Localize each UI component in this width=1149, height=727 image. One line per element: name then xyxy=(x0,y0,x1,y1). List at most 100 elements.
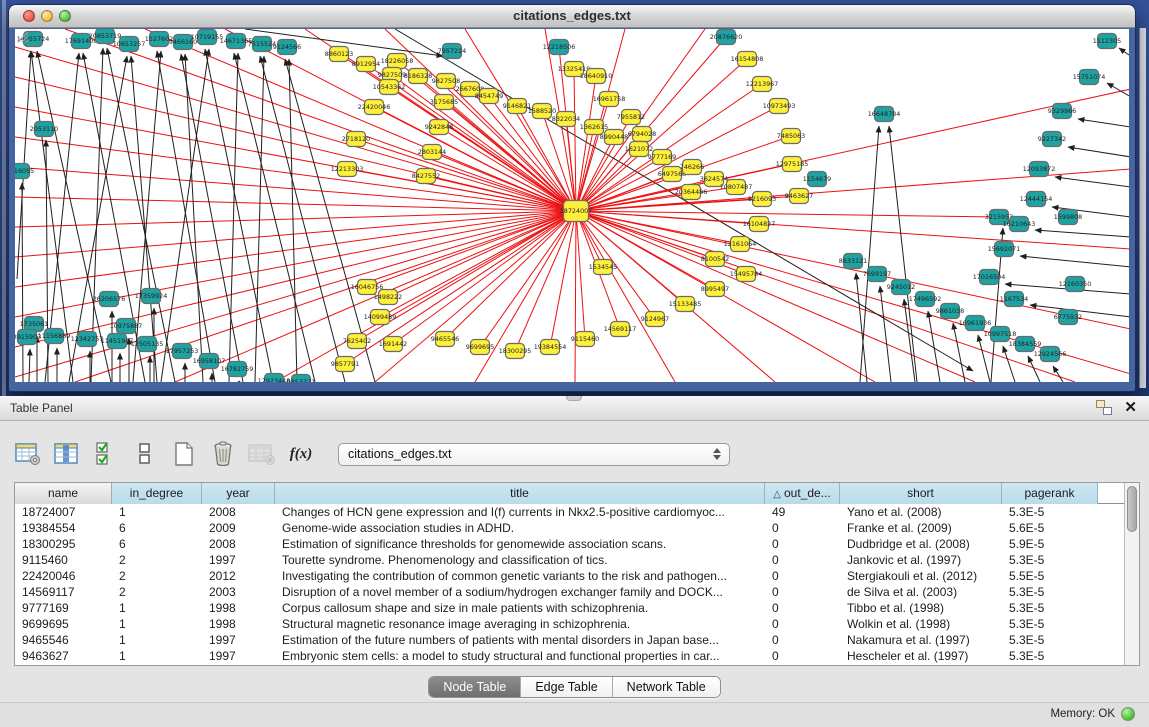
graph-node[interactable]: 18300295 xyxy=(499,344,532,359)
graph-node[interactable]: 7625402 xyxy=(343,334,371,349)
graph-node[interactable]: 9861038 xyxy=(936,304,964,319)
column-header-out_degree[interactable]: △out_de... xyxy=(765,483,840,504)
graph-node[interactable]: 6794028 xyxy=(628,127,656,142)
panel-divider-handle[interactable] xyxy=(566,396,582,401)
table-cell[interactable]: Tourette syndrome. Phenomenology and cla… xyxy=(275,552,765,568)
graph-edge[interactable] xyxy=(1078,119,1129,127)
table-cell[interactable]: 9463627 xyxy=(15,648,112,664)
network-graph[interactable]: 1405572417691406208537191065325715276029… xyxy=(15,29,1129,382)
delete-table-icon[interactable] xyxy=(248,440,276,468)
graph-node[interactable]: 10973493 xyxy=(763,99,796,114)
table-cell[interactable]: 1 xyxy=(112,648,202,664)
table-cell[interactable]: 0 xyxy=(765,584,840,600)
table-row[interactable]: 1872400712008Changes of HCN gene express… xyxy=(15,504,1124,520)
table-cell[interactable]: Investigating the contribution of common… xyxy=(275,568,765,584)
graph-edge[interactable] xyxy=(1068,147,1129,157)
scrollbar-thumb[interactable] xyxy=(1127,486,1137,532)
table-cell[interactable]: Embryonic stem cells: a model to study s… xyxy=(275,648,765,664)
graph-node[interactable]: 16961936 xyxy=(959,316,992,331)
graph-edge[interactable] xyxy=(239,381,240,382)
graph-edge[interactable] xyxy=(15,47,576,211)
network-view-window[interactable]: citations_edges.txt 14055724176914062085… xyxy=(8,4,1136,392)
table-cell[interactable]: 0 xyxy=(765,632,840,648)
column-header-name[interactable]: name xyxy=(15,483,112,504)
graph-node[interactable]: 9699695 xyxy=(466,340,494,355)
graph-node[interactable]: 12924566 xyxy=(1034,347,1067,362)
table-cell[interactable]: 5.3E-5 xyxy=(1002,504,1098,520)
table-cell[interactable]: 0 xyxy=(765,568,840,584)
table-mode-icon[interactable] xyxy=(14,440,42,468)
table-cell[interactable]: Genome-wide association studies in ADHD. xyxy=(275,520,765,536)
graph-edge[interactable] xyxy=(367,211,576,287)
table-cell[interactable]: 9699695 xyxy=(15,616,112,632)
graph-node[interactable]: 16961758 xyxy=(593,92,626,107)
table-cell[interactable]: Franke et al. (2009) xyxy=(840,520,1002,536)
graph-node[interactable]: 1154679 xyxy=(803,172,831,187)
table-cell[interactable]: 2008 xyxy=(202,536,275,552)
graph-edge[interactable] xyxy=(375,211,576,382)
graph-node[interactable]: 746266 xyxy=(680,160,704,175)
table-cell[interactable]: 18300295 xyxy=(15,536,112,552)
graph-edge[interactable] xyxy=(22,183,23,382)
table-cell[interactable]: 0 xyxy=(765,600,840,616)
graph-edge[interactable] xyxy=(385,29,576,211)
graph-node[interactable]: 12975185 xyxy=(776,157,809,172)
graph-edge[interactable] xyxy=(161,49,209,382)
graph-edge[interactable] xyxy=(289,59,297,382)
table-cell[interactable]: 1 xyxy=(112,632,202,648)
table-cell[interactable]: de Silva et al. (2003) xyxy=(840,584,1002,600)
table-panel-titlebar[interactable]: Table Panel ✕ xyxy=(0,396,1149,421)
graph-node[interactable]: 7699197 xyxy=(863,267,891,282)
graph-node[interactable]: 12160350 xyxy=(1059,277,1092,292)
graph-node[interactable]: 8912954 xyxy=(352,57,380,72)
graph-edge[interactable] xyxy=(275,211,576,382)
column-header-year[interactable]: year xyxy=(202,483,275,504)
table-row[interactable]: 946362711997Embryonic stem cells: a mode… xyxy=(15,648,1124,664)
tab-network-table[interactable]: Network Table xyxy=(613,677,720,697)
table-cell[interactable]: 1998 xyxy=(202,600,275,616)
table-cell[interactable]: 1997 xyxy=(202,632,275,648)
graph-edge[interactable] xyxy=(576,211,675,382)
graph-node[interactable]: 18724007 xyxy=(560,201,593,222)
graph-edge[interactable] xyxy=(1020,256,1129,267)
graph-node[interactable]: 9463627 xyxy=(785,189,813,204)
table-cell[interactable]: Stergiakouli et al. (2012) xyxy=(840,568,1002,584)
table-cell[interactable]: 5.3E-5 xyxy=(1002,584,1098,600)
graph-node[interactable]: 12093872 xyxy=(1023,162,1056,177)
table-row[interactable]: 911546021997Tourette syndrome. Phenomeno… xyxy=(15,552,1124,568)
graph-node[interactable]: 1599808 xyxy=(1054,210,1082,225)
graph-edge[interactable] xyxy=(29,349,30,382)
float-window-icon[interactable] xyxy=(1096,400,1112,415)
graph-edge[interactable] xyxy=(880,286,891,382)
table-cell[interactable]: 2 xyxy=(112,552,202,568)
table-cell[interactable]: Changes of HCN gene expression and I(f) … xyxy=(275,504,765,520)
table-cell[interactable]: Wolkin et al. (1998) xyxy=(840,616,1002,632)
graph-node[interactable]: 15133485 xyxy=(669,297,702,312)
graph-node[interactable]: 18226058 xyxy=(381,54,414,69)
table-cell[interactable]: 22420046 xyxy=(15,568,112,584)
graph-node[interactable]: 16782759 xyxy=(221,362,254,377)
graph-edge[interactable] xyxy=(395,29,973,371)
table-cell[interactable]: 0 xyxy=(765,552,840,568)
graph-node[interactable]: 1167534 xyxy=(1000,292,1028,307)
table-cell[interactable]: 5.5E-5 xyxy=(1002,568,1098,584)
table-cell[interactable]: Nakamura et al. (1997) xyxy=(840,632,1002,648)
graph-edge[interactable] xyxy=(133,51,161,382)
column-header-short[interactable]: short xyxy=(840,483,1002,504)
table-cell[interactable]: 18724007 xyxy=(15,504,112,520)
table-cell[interactable]: Estimation of the future numbers of pati… xyxy=(275,632,765,648)
graph-node[interactable]: 9227342 xyxy=(1038,132,1066,147)
table-cell[interactable]: 1997 xyxy=(202,648,275,664)
graph-edge[interactable] xyxy=(575,211,576,382)
graph-node[interactable]: 6775932 xyxy=(1054,310,1082,325)
table-cell[interactable]: 49 xyxy=(765,504,840,520)
graph-edge[interactable] xyxy=(131,56,157,382)
table-cell[interactable]: 9465546 xyxy=(15,632,112,648)
graph-node[interactable]: 9329966 xyxy=(1048,104,1076,119)
table-cell[interactable]: 1998 xyxy=(202,616,275,632)
graph-node[interactable]: 7485063 xyxy=(777,129,805,144)
graph-edge[interactable] xyxy=(356,139,576,211)
table-cell[interactable]: Disruption of a novel member of a sodium… xyxy=(275,584,765,600)
table-cell[interactable]: 5.3E-5 xyxy=(1002,632,1098,648)
graph-edge[interactable] xyxy=(234,53,315,382)
